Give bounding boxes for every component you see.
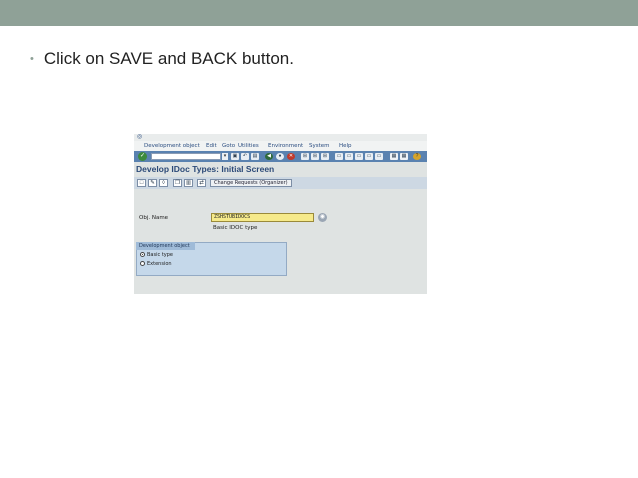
sap-screenshot: ◎ Development object Edit Goto Utilities… (134, 134, 427, 294)
create-icon[interactable]: □ (137, 179, 146, 187)
instruction-text: Click on SAVE and BACK button. (43, 49, 294, 68)
command-field[interactable] (151, 153, 221, 160)
menu-development-object[interactable]: Development object (144, 141, 200, 151)
rename-icon[interactable]: ⇄ (197, 179, 206, 187)
group-title: Development object (136, 242, 195, 250)
next-page-icon[interactable]: ▭ (345, 153, 353, 160)
layout-menu-icon[interactable]: ▦ (390, 153, 398, 160)
development-object-group: Development object Basic type Extension (136, 242, 287, 276)
menu-utilities[interactable]: Utilities (238, 141, 259, 151)
application-toolbar: □ ✎ ◊ ❐ ▥ ⇄ Change Requests (Organizer) (134, 177, 427, 189)
first-page-icon[interactable]: ⊞ (321, 153, 329, 160)
sap-system-icon[interactable]: ◎ (137, 134, 142, 141)
undo-icon[interactable]: ↶ (241, 153, 249, 160)
save-icon[interactable]: ▣ (231, 153, 239, 160)
menu-help[interactable]: Help (339, 141, 352, 151)
menu-system[interactable]: System (309, 141, 330, 151)
radio-selected-icon[interactable] (140, 252, 145, 257)
radio-extension[interactable]: Extension (140, 261, 172, 268)
command-history-dropdown-icon[interactable]: ▾ (222, 153, 228, 160)
find-icon[interactable]: ⊞ (301, 153, 309, 160)
obj-name-label: Obj. Name (139, 215, 169, 221)
print-icon[interactable]: ▤ (251, 153, 259, 160)
search-help-icon[interactable]: ◉ (318, 213, 327, 222)
new-session-icon[interactable]: ▭ (365, 153, 373, 160)
radio-unselected-icon[interactable] (140, 261, 145, 266)
menu-goto[interactable]: Goto (222, 141, 235, 151)
menu-bar: Development object Edit Goto Utilities E… (134, 141, 427, 151)
cancel-icon[interactable]: ✕ (287, 153, 295, 160)
instruction-line: • Click on SAVE and BACK button. (30, 49, 294, 69)
shortcut-icon[interactable]: ▭ (375, 153, 383, 160)
window-title-strip: ◎ (134, 134, 427, 141)
exit-icon[interactable]: ● (276, 153, 284, 160)
customize-icon[interactable]: ▦ (400, 153, 408, 160)
previous-page-icon[interactable]: ▭ (335, 153, 343, 160)
bullet-point: • (30, 53, 34, 65)
radio-extension-label: Extension (147, 261, 172, 267)
change-pencil-icon[interactable]: ✎ (148, 179, 157, 187)
obj-name-description: Basic IDOC type (213, 225, 258, 231)
change-requests-button[interactable]: Change Requests (Organizer) (210, 179, 292, 187)
copy-icon[interactable]: ❐ (173, 179, 182, 187)
delete-icon[interactable]: ▥ (184, 179, 193, 187)
radio-basic-type[interactable]: Basic type (140, 252, 173, 259)
slide-header-bar (0, 0, 638, 26)
menu-edit[interactable]: Edit (206, 141, 217, 151)
help-icon[interactable]: ? (413, 153, 421, 160)
last-page-icon[interactable]: ▭ (355, 153, 363, 160)
find-next-icon[interactable]: ⊞ (311, 153, 319, 160)
radio-basic-type-label: Basic type (147, 252, 173, 258)
back-icon[interactable]: ◀ (265, 153, 273, 160)
display-glasses-icon[interactable]: ◊ (159, 179, 168, 187)
obj-name-input[interactable]: ZSHSTUBIDOCS (211, 213, 314, 222)
standard-toolbar: ✓ ▾ ▣ ↶ ▤ ◀ ● ✕ ⊞ ⊞ ⊞ ▭ ▭ ▭ ▭ ▭ ▦ ▦ ? (134, 151, 427, 162)
screen-title: Develop IDoc Types: Initial Screen (136, 164, 275, 174)
menu-environment[interactable]: Environment (268, 141, 303, 151)
enter-check-icon[interactable]: ✓ (138, 152, 147, 161)
